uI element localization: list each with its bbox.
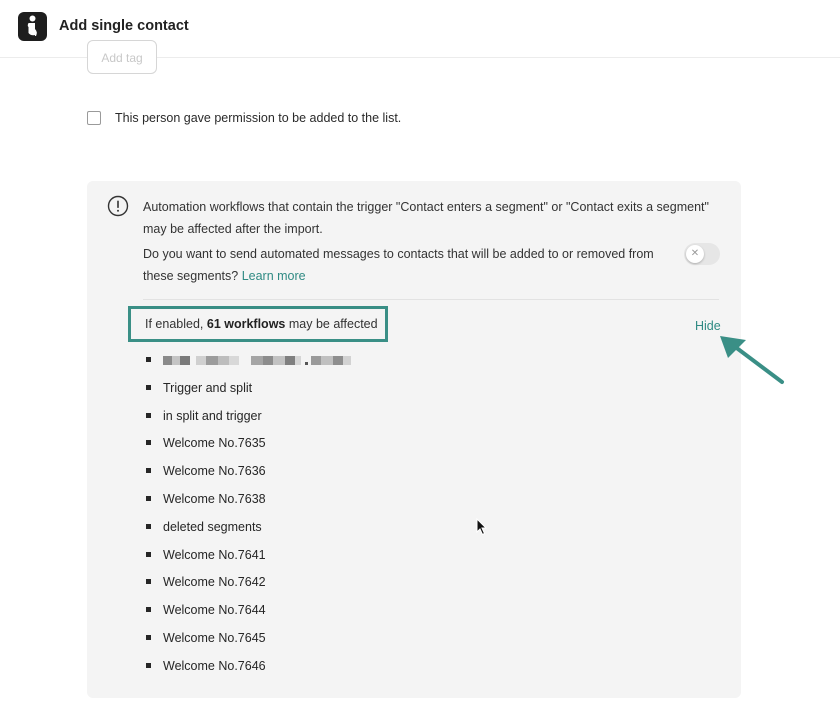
exclamation-circle-icon bbox=[107, 195, 129, 217]
list-item-redacted bbox=[143, 350, 351, 378]
list-item: Welcome No.7642 bbox=[143, 572, 351, 600]
permission-row: This person gave permission to be added … bbox=[87, 111, 401, 125]
hide-workflows-link[interactable]: Hide bbox=[695, 319, 721, 333]
affected-count: 61 workflows bbox=[206, 317, 286, 331]
send-messages-toggle[interactable]: ✕ bbox=[684, 243, 720, 265]
list-item: Trigger and split bbox=[143, 378, 351, 406]
annotation-arrow-icon bbox=[720, 336, 784, 384]
affected-workflows-summary: If enabled, 61 workflows may be affected bbox=[145, 317, 378, 331]
alert-message: Automation workflows that contain the tr… bbox=[143, 200, 709, 236]
affected-suffix: may be affected bbox=[288, 317, 378, 331]
learn-more-link[interactable]: Learn more bbox=[242, 269, 306, 283]
brand-logo-icon[interactable] bbox=[18, 12, 47, 41]
permission-checkbox[interactable] bbox=[87, 111, 101, 125]
automation-warning-panel: Automation workflows that contain the tr… bbox=[87, 181, 741, 698]
list-item: in split and trigger bbox=[143, 406, 351, 434]
affected-workflows-highlight: If enabled, 61 workflows may be affected bbox=[128, 306, 388, 342]
redacted-text bbox=[163, 350, 351, 370]
list-item: Welcome No.7641 bbox=[143, 545, 351, 573]
permission-label: This person gave permission to be added … bbox=[115, 111, 402, 125]
page-title: Add single contact bbox=[59, 18, 189, 34]
question-text: Do you want to send automated messages t… bbox=[143, 247, 654, 283]
list-item: Welcome No.7636 bbox=[143, 461, 351, 489]
mouse-cursor-icon bbox=[476, 518, 488, 536]
x-icon: ✕ bbox=[686, 245, 704, 263]
send-messages-question: Do you want to send automated messages t… bbox=[143, 244, 683, 287]
list-item: Welcome No.7635 bbox=[143, 433, 351, 461]
list-item: Welcome No.7638 bbox=[143, 489, 351, 517]
add-tag-button[interactable]: Add tag bbox=[87, 40, 157, 74]
workflow-list: Trigger and split in split and trigger W… bbox=[143, 350, 351, 684]
list-item: Welcome No.7646 bbox=[143, 656, 351, 684]
section-divider bbox=[143, 299, 719, 300]
list-item: deleted segments bbox=[143, 517, 351, 545]
list-item: Welcome No.7644 bbox=[143, 600, 351, 628]
affected-prefix: If enabled, bbox=[145, 317, 204, 331]
list-item: Welcome No.7645 bbox=[143, 628, 351, 656]
